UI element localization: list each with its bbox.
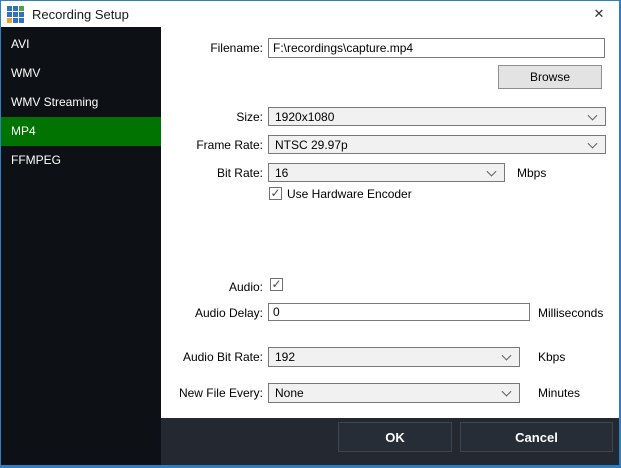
titlebar[interactable]: Recording Setup ✕ <box>1 1 619 27</box>
browse-button[interactable]: Browse <box>498 65 602 89</box>
logo-cell <box>19 6 24 11</box>
frame-rate-label: Frame Rate: <box>161 138 263 152</box>
size-select[interactable]: 1920x1080 <box>268 107 606 126</box>
frame-rate-select[interactable]: NTSC 29.97p <box>268 135 606 154</box>
chevron-down-icon <box>502 387 512 397</box>
audio-bit-rate-value: 192 <box>275 350 295 364</box>
ok-button[interactable]: OK <box>338 422 452 452</box>
bit-rate-unit: Mbps <box>517 166 546 180</box>
logo-cell <box>7 6 12 11</box>
hardware-encoder-label: Use Hardware Encoder <box>287 187 412 201</box>
bit-rate-label: Bit Rate: <box>161 166 263 180</box>
sidebar-item-mp4-selected[interactable]: MP4 <box>1 117 161 146</box>
audio-bit-rate-select[interactable]: 192 <box>268 347 520 367</box>
recording-setup-dialog: Recording Setup ✕ AVI WMV WMV Streaming … <box>0 0 621 468</box>
footer-bar: OK Cancel <box>161 418 619 465</box>
logo-cell <box>13 6 18 11</box>
new-file-every-label: New File Every: <box>161 386 263 400</box>
bit-rate-value: 16 <box>275 166 288 180</box>
audio-delay-input[interactable] <box>268 303 530 321</box>
hardware-encoder-checkbox[interactable]: ✓ <box>269 187 282 200</box>
logo-cell <box>13 18 18 23</box>
logo-cell <box>7 18 12 23</box>
new-file-every-unit: Minutes <box>538 386 580 400</box>
logo-cell <box>19 18 24 23</box>
check-icon: ✓ <box>270 187 280 199</box>
chevron-down-icon <box>487 166 497 176</box>
sidebar-item-ffmpeg[interactable]: FFMPEG <box>1 146 161 175</box>
check-icon: ✓ <box>271 278 281 290</box>
cancel-button[interactable]: Cancel <box>460 422 613 452</box>
audio-checkbox[interactable]: ✓ <box>270 278 283 291</box>
close-icon: ✕ <box>594 7 605 22</box>
chevron-down-icon <box>588 138 598 148</box>
audio-label: Audio: <box>161 280 263 294</box>
logo-cell <box>13 12 18 17</box>
audio-delay-label: Audio Delay: <box>161 306 263 320</box>
new-file-every-select[interactable]: None <box>268 383 520 403</box>
new-file-every-value: None <box>275 386 304 400</box>
window-title: Recording Setup <box>32 7 129 22</box>
audio-delay-unit: Milliseconds <box>538 306 603 320</box>
close-button[interactable]: ✕ <box>583 1 615 27</box>
bit-rate-select[interactable]: 16 <box>268 163 505 182</box>
audio-bit-rate-unit: Kbps <box>538 350 565 364</box>
chevron-down-icon <box>502 351 512 361</box>
size-value: 1920x1080 <box>275 110 334 124</box>
frame-rate-value: NTSC 29.97p <box>275 138 348 152</box>
filename-label: Filename: <box>161 41 263 55</box>
sidebar-item-wmv[interactable]: WMV <box>1 59 161 88</box>
sidebar-item-wmv-streaming[interactable]: WMV Streaming <box>1 88 161 117</box>
size-label: Size: <box>161 110 263 124</box>
sidebar-item-avi[interactable]: AVI <box>1 30 161 59</box>
logo-cell <box>19 12 24 17</box>
logo-cell <box>7 12 12 17</box>
audio-bit-rate-label: Audio Bit Rate: <box>161 350 263 364</box>
filename-input[interactable] <box>268 38 605 58</box>
chevron-down-icon <box>588 110 598 120</box>
sidebar: AVI WMV WMV Streaming MP4 FFMPEG <box>1 27 161 465</box>
vmix-logo-icon <box>7 6 24 23</box>
